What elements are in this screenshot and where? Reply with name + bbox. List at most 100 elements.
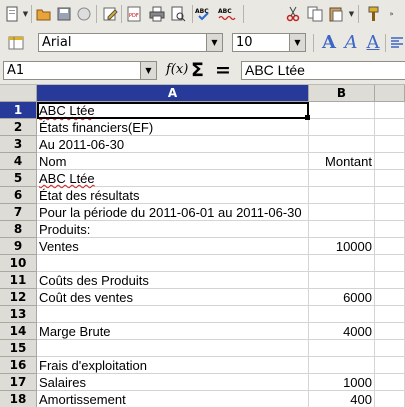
cell-c[interactable] [375, 238, 405, 255]
bold-button[interactable]: A [318, 33, 340, 53]
row-header[interactable]: 3 [0, 136, 37, 153]
cell-b[interactable] [309, 119, 375, 136]
row-header[interactable]: 7 [0, 204, 37, 221]
name-box[interactable]: A1 ▼ [3, 61, 157, 80]
copy-icon[interactable] [305, 4, 325, 24]
formula-input[interactable]: ABC Ltée [241, 61, 405, 80]
row-header[interactable]: 18 [0, 391, 37, 407]
cell-a[interactable]: Marge Brute [37, 323, 309, 340]
select-all-corner[interactable] [0, 85, 37, 102]
row-header[interactable]: 16 [0, 357, 37, 374]
row-header[interactable]: 6 [0, 187, 37, 204]
cell-c[interactable] [375, 306, 405, 323]
chevron-down-icon[interactable]: ▼ [140, 62, 156, 79]
column-header-b[interactable]: B [309, 85, 375, 102]
cell-b[interactable]: 6000 [309, 289, 375, 306]
row-header[interactable]: 9 [0, 238, 37, 255]
cell-a[interactable]: Salaires [37, 374, 309, 391]
cell-b[interactable]: Montant [309, 153, 375, 170]
cell-a[interactable]: États financiers(EF) [37, 119, 309, 136]
cell-c[interactable] [375, 119, 405, 136]
cell-c[interactable] [375, 272, 405, 289]
function-button[interactable]: = [215, 59, 231, 81]
cell-a[interactable]: Nom [37, 153, 309, 170]
open-icon[interactable] [34, 4, 54, 24]
cell-c[interactable] [375, 136, 405, 153]
font-name-combo[interactable]: Arial ▼ [38, 33, 223, 52]
italic-button[interactable]: A [340, 33, 362, 53]
cell-a[interactable]: Produits: [37, 221, 309, 238]
cell-a[interactable]: Amortissement [37, 391, 309, 407]
cell-c[interactable] [375, 391, 405, 407]
cell-c[interactable] [375, 374, 405, 391]
format-paintbrush-icon[interactable] [363, 4, 383, 24]
autospell-icon[interactable]: ABC [218, 4, 238, 24]
cell-c[interactable] [375, 204, 405, 221]
cell-b[interactable]: 10000 [309, 238, 375, 255]
cut-icon[interactable] [283, 4, 303, 24]
row-header[interactable]: 13 [0, 306, 37, 323]
cell-c[interactable] [375, 187, 405, 204]
cell-c[interactable] [375, 323, 405, 340]
cell-b[interactable] [309, 272, 375, 289]
row-header[interactable]: 17 [0, 374, 37, 391]
new-icon[interactable] [2, 4, 22, 24]
cell-b[interactable] [309, 136, 375, 153]
sum-button[interactable]: Σ [191, 59, 204, 81]
cell-b[interactable] [309, 221, 375, 238]
cell-a[interactable]: État des résultats [37, 187, 309, 204]
print-icon[interactable] [147, 4, 167, 24]
row-header[interactable]: 2 [0, 119, 37, 136]
paste-icon[interactable] [326, 4, 346, 24]
toolbar-overflow-icon[interactable]: » [388, 8, 395, 20]
cell-b[interactable] [309, 306, 375, 323]
edit-icon[interactable] [100, 4, 120, 24]
cell-c[interactable] [375, 255, 405, 272]
chevron-down-icon[interactable]: ▼ [289, 34, 305, 51]
spellcheck-icon[interactable]: ABC [195, 4, 215, 24]
row-header[interactable]: 1 [0, 102, 37, 119]
cell-c[interactable] [375, 289, 405, 306]
styles-icon[interactable] [6, 33, 26, 53]
cell-a[interactable]: Au 2011-06-30 [37, 136, 309, 153]
cell-c[interactable] [375, 170, 405, 187]
print-preview-icon[interactable] [168, 4, 188, 24]
cell-c[interactable] [375, 357, 405, 374]
cell-b[interactable]: 1000 [309, 374, 375, 391]
cell-a[interactable] [37, 306, 309, 323]
save-icon[interactable] [54, 4, 74, 24]
underline-button[interactable]: A [362, 33, 384, 53]
cell-b[interactable] [309, 187, 375, 204]
mail-icon[interactable] [74, 4, 94, 24]
font-size-combo[interactable]: 10 ▼ [232, 33, 306, 52]
new-dropdown-arrow-icon[interactable]: ▼ [22, 8, 29, 20]
row-header[interactable]: 14 [0, 323, 37, 340]
cell-a[interactable] [37, 340, 309, 357]
cell-c[interactable] [375, 153, 405, 170]
cell-a[interactable]: Ventes [37, 238, 309, 255]
cell-c[interactable] [375, 340, 405, 357]
row-header[interactable]: 4 [0, 153, 37, 170]
row-header[interactable]: 10 [0, 255, 37, 272]
active-cell[interactable]: ABC Ltée [37, 102, 309, 119]
cell-c[interactable] [375, 102, 405, 119]
chevron-down-icon[interactable]: ▼ [206, 34, 222, 51]
cell-a[interactable]: ABC Ltée [37, 170, 309, 187]
function-wizard-button[interactable]: f(x) [166, 62, 188, 77]
row-header[interactable]: 15 [0, 340, 37, 357]
paste-dropdown-arrow-icon[interactable]: ▼ [348, 8, 355, 20]
cell-a[interactable]: Pour la période du 2011-06-01 au 2011-06… [37, 204, 309, 221]
cell-b[interactable]: 400 [309, 391, 375, 407]
cell-b[interactable] [309, 340, 375, 357]
row-header[interactable]: 8 [0, 221, 37, 238]
cell-a[interactable]: Coûts des Produits [37, 272, 309, 289]
cell-b[interactable] [309, 204, 375, 221]
align-left-icon[interactable] [387, 33, 405, 53]
column-header-c[interactable] [375, 85, 405, 102]
cell-a[interactable]: Frais d'exploitation [37, 357, 309, 374]
fill-handle[interactable] [305, 115, 310, 120]
cell-b[interactable]: 4000 [309, 323, 375, 340]
pdf-icon[interactable]: PDF [124, 4, 144, 24]
cell-b[interactable] [309, 170, 375, 187]
row-header[interactable]: 5 [0, 170, 37, 187]
